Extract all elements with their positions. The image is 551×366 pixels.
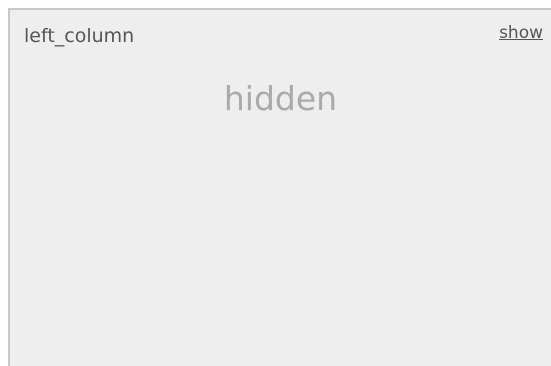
left-column-panel: left_column show hidden: [8, 8, 551, 366]
show-link[interactable]: show: [499, 25, 543, 42]
hidden-placeholder-text: hidden: [223, 79, 338, 118]
panel-title: left_column: [24, 25, 135, 47]
